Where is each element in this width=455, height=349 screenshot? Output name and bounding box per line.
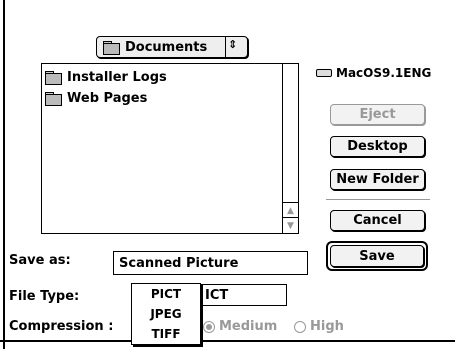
- radio-unselected-icon: [294, 320, 306, 333]
- save-button[interactable]: Save: [330, 245, 424, 267]
- menu-item-jpeg[interactable]: JPEG: [132, 304, 200, 324]
- menu-item-tiff[interactable]: TIFF: [132, 324, 200, 344]
- folder-popup-label: Documents: [125, 39, 208, 55]
- folder-icon: [45, 70, 62, 85]
- folder-icon: [45, 91, 62, 106]
- radio-selected-icon: [203, 320, 215, 333]
- menu-item-pict[interactable]: PICT: [132, 284, 200, 304]
- new-folder-button[interactable]: New Folder: [330, 169, 425, 190]
- desktop-button[interactable]: Desktop: [330, 136, 425, 157]
- file-list-scrollbar[interactable]: ▲ ▼: [282, 64, 298, 233]
- save-as-field[interactable]: Scanned Picture: [113, 251, 308, 275]
- list-item-label: Installer Logs: [67, 69, 167, 85]
- volume-label: MacOS9.1ENG: [336, 66, 432, 80]
- window-bottom-border: [0, 340, 455, 342]
- compression-high-radio[interactable]: High: [294, 319, 344, 334]
- popup-divider: [225, 37, 226, 57]
- disk-icon: [316, 69, 332, 77]
- window-top-edge: [50, 0, 310, 3]
- eject-button[interactable]: Eject: [330, 104, 425, 125]
- compression-medium-radio[interactable]: Medium: [203, 319, 277, 334]
- up-down-arrows-icon: ⇕: [228, 38, 238, 51]
- file-list[interactable]: Installer Logs Web Pages: [41, 63, 299, 234]
- cancel-button[interactable]: Cancel: [330, 210, 425, 231]
- folder-icon: [103, 40, 120, 55]
- save-as-label: Save as:: [9, 253, 71, 268]
- volume-name: MacOS9.1ENG: [316, 66, 431, 80]
- window-left-border: [3, 0, 5, 349]
- radio-label: High: [310, 319, 344, 334]
- button-divider: [326, 199, 430, 200]
- list-item-label: Web Pages: [67, 90, 148, 106]
- file-type-label: File Type:: [9, 289, 80, 304]
- folder-popup-menu[interactable]: Documents ⇕: [96, 36, 248, 58]
- file-type-popup[interactable]: ICT: [195, 284, 287, 306]
- scroll-down-arrow-icon[interactable]: ▼: [283, 217, 298, 233]
- radio-label: Medium: [219, 319, 278, 334]
- file-type-menu[interactable]: PICT JPEG TIFF: [131, 283, 201, 345]
- list-item-installer-logs[interactable]: Installer Logs: [45, 68, 167, 86]
- compression-label: Compression :: [9, 319, 114, 334]
- scroll-up-arrow-icon[interactable]: ▲: [283, 202, 298, 218]
- list-item-web-pages[interactable]: Web Pages: [45, 89, 147, 107]
